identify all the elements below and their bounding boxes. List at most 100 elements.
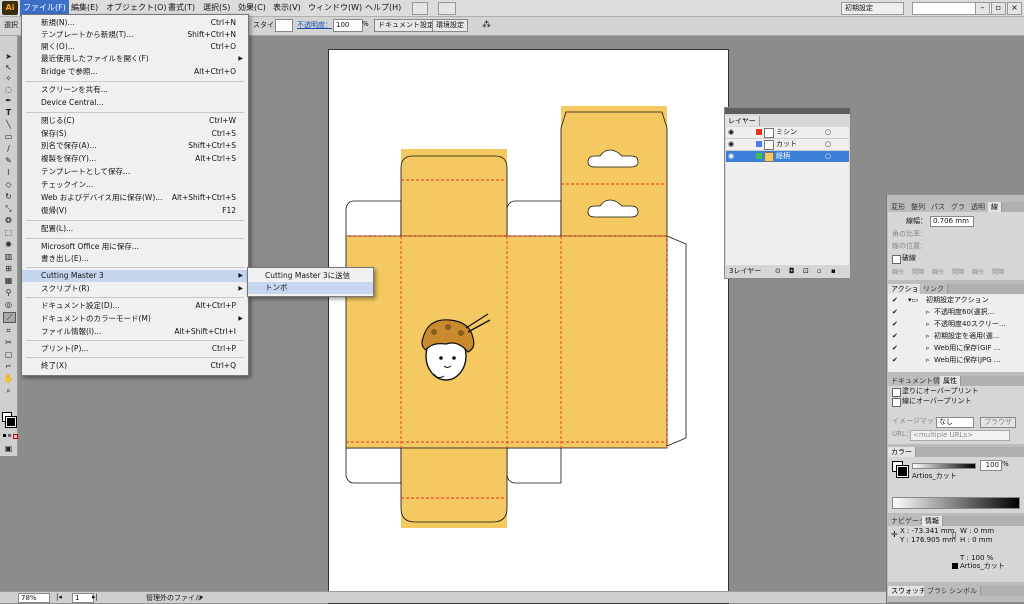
tab-align[interactable]: 整列 (908, 202, 929, 212)
tab-info[interactable]: 情報 (922, 516, 943, 526)
color-mode-icon[interactable] (3, 434, 6, 437)
blend-tool-icon[interactable]: ◎ (3, 300, 14, 309)
paintbrush-tool-icon[interactable]: ∕ (3, 144, 14, 153)
tint-input[interactable]: 100 (980, 460, 1002, 471)
tab-links[interactable]: リンク (920, 284, 948, 294)
lasso-tool-icon[interactable]: ◌ (3, 85, 14, 94)
locate-object-icon[interactable]: ⊙ (775, 266, 781, 277)
slice-tool-icon[interactable]: ⌗ (3, 326, 14, 335)
menu-item-document-setup[interactable]: ドキュメント設定(D)... Alt+Ctrl+P (22, 300, 248, 312)
tab-transform[interactable]: 変形 (888, 202, 909, 212)
tab-stroke[interactable]: 線 (988, 202, 1002, 212)
new-sublayer-icon[interactable]: ⊡ (803, 266, 809, 277)
menu-item-new[interactable]: 新規(N)... Ctrl+N (22, 17, 248, 29)
line-tool-icon[interactable]: ╲ (3, 120, 14, 129)
action-row[interactable]: ✔ ▹ Web用に保存(GIF ... (888, 343, 1024, 354)
tab-pathfinder[interactable]: パス (928, 202, 949, 212)
menu-item-device-central[interactable]: Device Central... (22, 97, 248, 109)
knife-tool-icon[interactable]: ⟋ (3, 312, 16, 323)
preferences-button[interactable]: 環境設定 (432, 19, 468, 32)
image-map-select[interactable]: なし (936, 417, 974, 428)
workspace-switcher[interactable]: 初期設定 (841, 2, 904, 15)
eyedropper-tool-icon[interactable]: ⚲ (3, 288, 14, 297)
url-input[interactable]: <multiple URLs> (910, 430, 1010, 441)
pen-tool-icon[interactable]: ✒ (3, 96, 14, 105)
rectangle-tool-icon[interactable]: ▭ (3, 132, 14, 141)
menu-item-export[interactable]: 書き出し(E)... (22, 253, 248, 265)
menu-item-file-info[interactable]: ファイル情報(I)... Alt+Shift+Ctrl+I (22, 326, 248, 338)
menu-item-open[interactable]: 開く(O)... Ctrl+O (22, 41, 248, 53)
color-spectrum-bar[interactable] (892, 497, 1020, 509)
bridge-icon[interactable] (412, 2, 428, 15)
action-row[interactable]: ✔ ▹ 初期設定を適用(選... (888, 331, 1024, 342)
magic-wand-tool-icon[interactable]: ✧ (3, 74, 14, 83)
action-row[interactable]: ✔ ▹ Web用に保存(JPG ... (888, 355, 1024, 366)
menu-item-color-mode[interactable]: ドキュメントのカラーモード(M) ▶ (22, 313, 248, 325)
target-icon[interactable]: ○ (825, 139, 831, 150)
scissors-tool-icon[interactable]: ✂ (3, 338, 14, 347)
stroke-weight-input[interactable]: 0.706 mm (930, 216, 974, 227)
layer-row[interactable]: ◉ ミシン ○ (726, 127, 849, 139)
screen-mode-icon[interactable]: ▣ (3, 444, 14, 453)
tab-color[interactable]: カラー (888, 447, 916, 457)
document-settings-button[interactable]: ドキュメント設定 (374, 19, 438, 32)
eye-icon[interactable]: ◉ (728, 139, 734, 150)
mesh-tool-icon[interactable]: ⊞ (3, 264, 14, 273)
menu-item-share-screen[interactable]: スクリーンを共有... (22, 84, 248, 96)
options-icon[interactable]: ⁂ (482, 20, 491, 30)
blob-brush-tool-icon[interactable]: ⌇ (3, 168, 14, 177)
menu-view[interactable]: 表示(V) (270, 0, 304, 16)
layer-name[interactable]: ミシン (776, 127, 797, 138)
eye-icon[interactable]: ◉ (728, 151, 734, 162)
menu-item-browse-bridge[interactable]: Bridge で参照... Alt+Ctrl+O (22, 66, 248, 78)
selection-tool-icon[interactable]: ➤ (3, 52, 14, 61)
tint-slider[interactable] (912, 463, 976, 469)
menu-item-save-for-web[interactable]: Web およびデバイス用に保存(W)... Alt+Shift+Ctrl+S (22, 192, 248, 204)
menu-item-save-as[interactable]: 別名で保存(A)... Shift+Ctrl+S (22, 140, 248, 152)
dash-gap-fields[interactable]: 線分 間隔 線分 間隔 線分 間隔 (892, 267, 1022, 277)
action-row[interactable]: ✔ ▹ 不透明度40スクリー... (888, 319, 1024, 330)
arrange-icon[interactable] (438, 2, 456, 15)
menu-item-check-in[interactable]: チェックイン... (22, 179, 248, 191)
layer-row-selected[interactable]: ◉ 総柄 ○ (726, 151, 849, 162)
panel-header[interactable] (725, 108, 850, 114)
menu-item-exit[interactable]: 終了(X) Ctrl+Q (22, 360, 248, 372)
layer-name[interactable]: 総柄 (776, 151, 790, 162)
action-set-row[interactable]: ✔ ▾▭ 初期設定アクション (888, 295, 1024, 306)
menu-item-revert[interactable]: 復帰(V) F12 (22, 205, 248, 217)
gradient-mode-icon[interactable] (8, 434, 11, 437)
opacity-label[interactable]: 不透明度： (297, 20, 332, 30)
artboard-tool-icon[interactable]: ▢ (3, 350, 14, 359)
menu-item-save-template[interactable]: テンプレートとして保存... (22, 166, 248, 178)
menu-item-place[interactable]: 配置(L)... (22, 223, 248, 235)
tab-symbols[interactable]: シンボル (946, 586, 981, 596)
overprint-stroke-checkbox[interactable] (892, 398, 901, 407)
menu-item-close[interactable]: 閉じる(C) Ctrl+W (22, 115, 248, 127)
tab-attributes[interactable]: 属性 (940, 376, 961, 386)
menu-item-trim-marks[interactable]: トンボ (248, 282, 373, 294)
target-icon[interactable]: ○ (825, 127, 831, 138)
warp-tool-icon[interactable]: ❂ (3, 216, 14, 225)
rotate-tool-icon[interactable]: ↻ (3, 192, 14, 201)
tab-gradient[interactable]: グラ (948, 202, 969, 212)
stroke-color-swatch[interactable] (5, 416, 17, 428)
dashed-line-checkbox[interactable] (892, 255, 901, 264)
target-icon[interactable]: ○ (825, 151, 831, 162)
layer-name[interactable]: カット (776, 139, 797, 150)
style-swatch[interactable] (275, 19, 293, 32)
symbol-sprayer-tool-icon[interactable]: ✺ (3, 240, 14, 249)
direct-selection-tool-icon[interactable]: ↖ (3, 63, 14, 72)
clipping-mask-icon[interactable]: ◘ (789, 266, 795, 277)
menu-item-save-copy[interactable]: 複製を保存(Y)... Alt+Ctrl+S (22, 153, 248, 165)
delete-layer-icon[interactable]: ▪ (831, 266, 836, 277)
new-layer-icon[interactable]: ▫ (817, 266, 822, 277)
scale-tool-icon[interactable]: ⤡ (3, 204, 14, 213)
crop-tool-icon[interactable]: ⌐ (3, 362, 14, 371)
overprint-fill-checkbox[interactable] (892, 388, 901, 397)
hand-tool-icon[interactable]: ✋ (3, 374, 14, 383)
zoom-tool-icon[interactable]: ⌕ (3, 386, 14, 395)
tab-layers[interactable]: レイヤー (725, 116, 760, 126)
stroke-swatch[interactable] (896, 465, 909, 478)
status-arrow-icon[interactable]: ▸ (200, 593, 204, 601)
gradient-tool-icon[interactable]: ▦ (3, 276, 14, 285)
